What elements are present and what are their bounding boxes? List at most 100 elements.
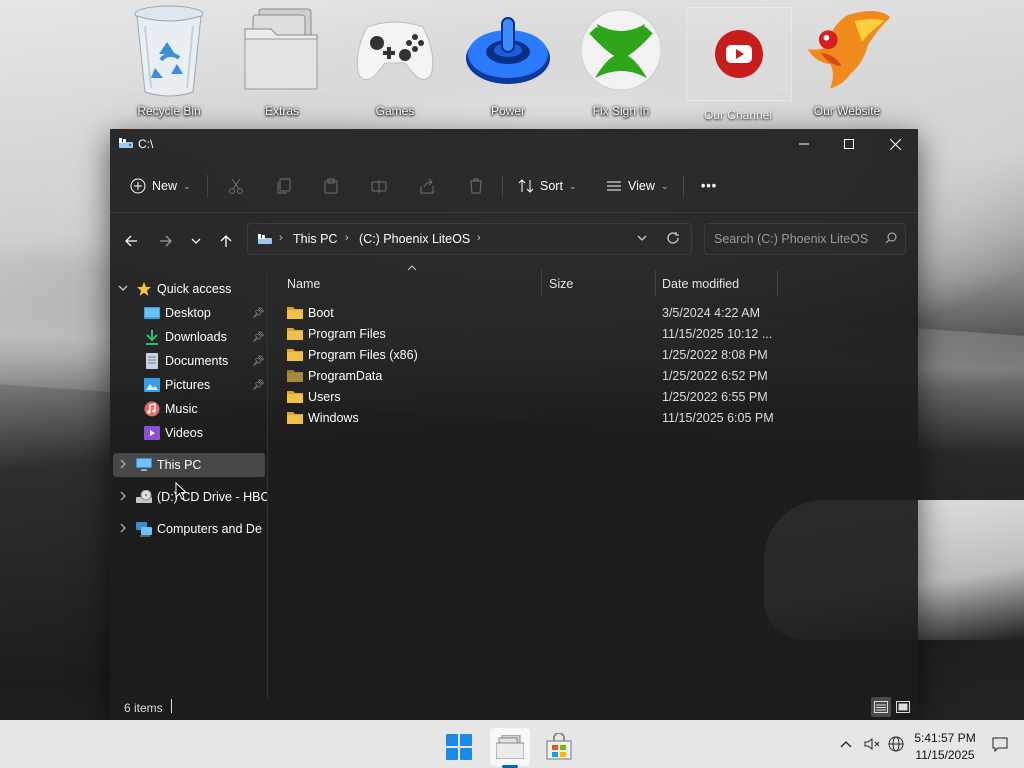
sidebar-item-pictures[interactable]: Pictures 📌︎ — [110, 373, 267, 397]
back-button[interactable] — [119, 229, 143, 253]
pin-icon[interactable]: 📌︎ — [252, 356, 265, 367]
sidebar-item-documents[interactable]: Documents 📌︎ — [110, 349, 267, 373]
refresh-button[interactable] — [666, 231, 680, 248]
file-row[interactable]: Program Files (x86) 1/25/2022 8:08 PM — [281, 345, 781, 366]
delete-button[interactable] — [468, 173, 484, 199]
desktop-icon-extras[interactable]: Extras — [230, 0, 334, 126]
sidebar-item-this-pc[interactable]: This PC — [113, 453, 265, 477]
globe-icon — [888, 736, 904, 752]
column-separator[interactable] — [777, 270, 778, 296]
plus-circle-icon — [130, 178, 146, 194]
sidebar-item-downloads[interactable]: Downloads 📌︎ — [110, 325, 267, 349]
taskbar-store[interactable] — [539, 728, 579, 766]
chevron-right-icon[interactable] — [118, 459, 128, 472]
desktop-icon-recycle-bin[interactable]: Recycle Bin — [117, 0, 221, 126]
scissors-icon — [229, 178, 243, 194]
address-bar[interactable]: › This PC › (C:) Phoenix LiteOS › — [247, 223, 692, 255]
file-row[interactable]: Program Files 11/15/2025 10:12 ... — [281, 324, 781, 345]
phoenix-logo-icon — [802, 0, 892, 100]
file-row[interactable]: Boot 3/5/2024 4:22 AM — [281, 303, 781, 324]
network-button[interactable] — [886, 734, 906, 754]
desktop-icon-our-channel[interactable] — [686, 7, 792, 101]
pin-icon[interactable]: 📌︎ — [252, 380, 265, 391]
sidebar-item-music[interactable]: Music — [110, 397, 267, 421]
sidebar-item-label: Desktop — [165, 306, 211, 320]
maximize-button[interactable] — [826, 129, 872, 159]
file-date: 1/25/2022 6:55 PM — [662, 390, 768, 404]
rename-button[interactable] — [371, 173, 387, 199]
details-view-button[interactable] — [871, 697, 891, 717]
chevron-right-icon[interactable] — [118, 491, 128, 504]
start-icon — [446, 734, 472, 760]
file-row[interactable]: Windows 11/15/2025 6:05 PM — [281, 408, 781, 429]
refresh-icon — [667, 232, 679, 244]
pin-icon[interactable]: 📌︎ — [252, 308, 265, 319]
file-row[interactable]: Users 1/25/2022 6:55 PM — [281, 387, 781, 408]
pin-icon[interactable]: 📌︎ — [252, 332, 265, 343]
file-explorer-icon — [496, 735, 524, 759]
column-header-date-modified[interactable]: Date modified — [662, 269, 739, 299]
sidebar-item-cd-drive[interactable]: (D:) CD Drive - HBC — [110, 485, 267, 509]
desktop-icon-power[interactable]: Power — [456, 0, 560, 126]
toolbar-separator — [207, 175, 208, 197]
desktop-icon-games[interactable]: Games — [343, 0, 447, 126]
column-label: Name — [287, 277, 321, 291]
chevron-right-icon[interactable] — [118, 523, 128, 536]
column-header-size[interactable]: Size — [549, 269, 573, 299]
tiles-view-button[interactable] — [893, 697, 913, 717]
minimize-button[interactable] — [781, 129, 827, 159]
column-separator[interactable] — [541, 270, 542, 296]
search-box[interactable]: Search (C:) Phoenix LiteOS — [704, 223, 906, 255]
pane-splitter[interactable] — [267, 269, 268, 699]
clock-date: 11/15/2025 — [915, 748, 975, 762]
taskbar-file-explorer[interactable] — [490, 728, 530, 766]
paste-button[interactable] — [323, 173, 339, 199]
desktop-icon-label: Games — [375, 104, 415, 118]
command-bar: New ⌄ Sort ⌄ View ⌄ ••• — [110, 165, 918, 207]
paste-icon — [324, 178, 338, 194]
sort-button[interactable]: Sort ⌄ — [518, 173, 576, 199]
drive-icon — [257, 232, 273, 249]
file-date: 3/5/2024 4:22 AM — [662, 306, 760, 320]
forward-button[interactable] — [154, 229, 178, 253]
taskbar-clock[interactable]: 5:41:57 PM 11/15/2025 — [908, 730, 982, 764]
title-bar[interactable]: C:\ — [110, 129, 918, 159]
recent-locations-button[interactable] — [184, 229, 208, 253]
chevron-down-icon[interactable] — [118, 283, 128, 296]
start-button[interactable] — [439, 728, 479, 766]
search-input[interactable]: Search (C:) Phoenix LiteOS — [714, 232, 868, 246]
chevron-down-icon — [191, 238, 201, 244]
show-hidden-icons-button[interactable] — [836, 734, 856, 754]
folder-icon — [287, 412, 303, 424]
computer-icon — [136, 457, 152, 473]
sidebar-item-videos[interactable]: Videos — [110, 421, 267, 445]
clock-time: 5:41:57 PM — [914, 731, 976, 745]
sidebar-item-desktop[interactable]: Desktop 📌︎ — [110, 301, 267, 325]
sidebar-item-quick-access[interactable]: Quick access — [110, 277, 267, 301]
copy-button[interactable] — [276, 173, 292, 199]
breadcrumb-this-pc[interactable]: This PC — [293, 232, 337, 246]
folder-icon — [287, 328, 303, 340]
view-button[interactable]: View ⌄ — [606, 173, 668, 199]
more-options-button[interactable]: ••• — [701, 173, 717, 199]
file-row[interactable]: ProgramData 1/25/2022 6:52 PM — [281, 366, 781, 387]
close-button[interactable] — [872, 129, 918, 159]
volume-button[interactable] — [862, 734, 882, 754]
breadcrumb-drive[interactable]: (C:) Phoenix LiteOS — [359, 232, 470, 246]
download-icon — [144, 329, 160, 345]
chevron-down-icon — [637, 235, 647, 241]
desktop-icon-our-website[interactable]: Our Website — [795, 0, 899, 126]
notifications-button[interactable] — [990, 734, 1010, 754]
column-header-name[interactable]: Name — [287, 269, 320, 299]
sidebar-item-label: Pictures — [165, 378, 211, 392]
sidebar-item-network[interactable]: Computers and De — [110, 517, 267, 541]
cut-button[interactable] — [228, 173, 244, 199]
address-history-button[interactable] — [636, 232, 648, 247]
new-button[interactable]: New ⌄ — [130, 173, 191, 199]
gamepad-icon — [350, 0, 440, 100]
share-button[interactable] — [419, 173, 435, 199]
column-separator[interactable] — [655, 270, 656, 296]
column-label: Size — [549, 277, 574, 291]
desktop-icon-fix-sign-in[interactable]: Fix Sign In — [569, 0, 673, 126]
up-button[interactable] — [214, 229, 238, 253]
